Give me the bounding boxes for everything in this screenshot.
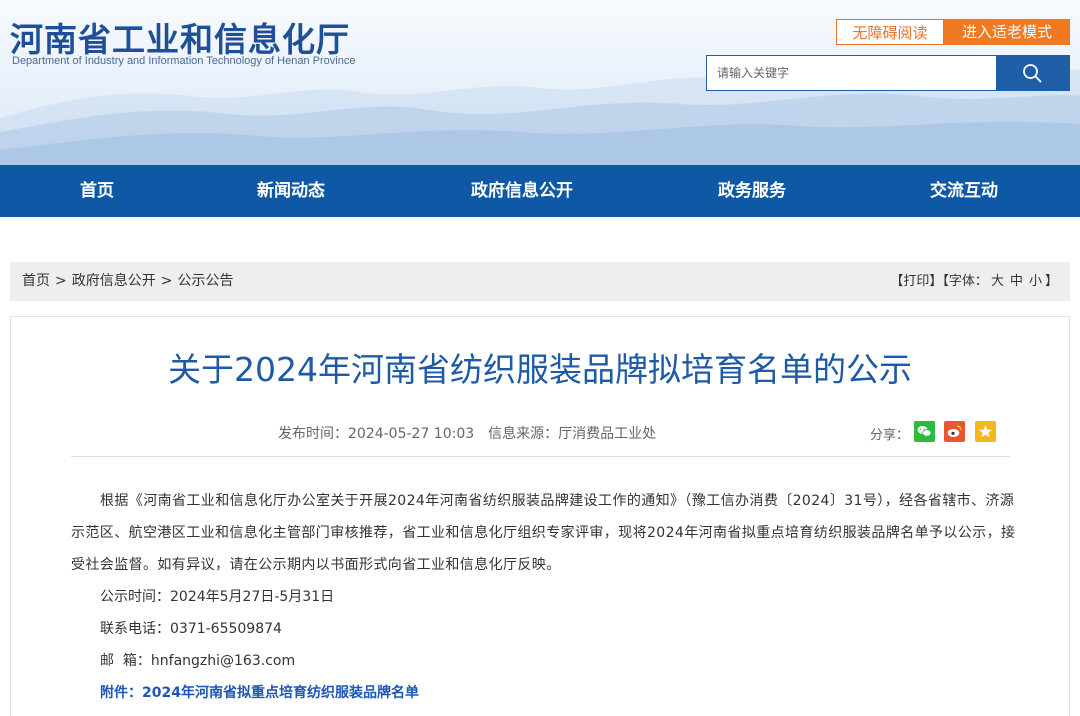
elder-mode-button[interactable]: 进入适老模式: [944, 19, 1070, 45]
nav-item-gov-info[interactable]: 政府信息公开: [471, 165, 573, 217]
site-title: 河南省工业和信息化厅: [10, 20, 350, 59]
attachment-link[interactable]: 附件：2024年河南省拟重点培育纺织服装品牌名单: [71, 677, 1016, 709]
weibo-share-button[interactable]: [944, 421, 965, 442]
article-title: 关于2024年河南省纺织服装品牌拟培育名单的公示: [168, 350, 912, 389]
nav-item-home[interactable]: 首页: [80, 165, 114, 217]
search-button[interactable]: [996, 55, 1070, 91]
info-source: 信息来源：厅消费品工业处: [488, 426, 657, 442]
meta-divider: [71, 456, 1010, 457]
font-large-button[interactable]: 大: [991, 274, 1004, 289]
breadcrumb-notices[interactable]: 公示公告: [177, 273, 233, 289]
breadcrumb-separator: >: [55, 273, 67, 289]
breadcrumb-separator: >: [160, 273, 173, 289]
article-meta: 发布时间：2024-05-27 10:03 信息来源：厅消费品工业处: [278, 423, 656, 443]
site-subtitle: Department of Industry and Information T…: [12, 55, 356, 67]
nav-item-services[interactable]: 政务服务: [718, 165, 786, 217]
breadcrumb: 首页 > 政府信息公开 > 公示公告: [22, 262, 233, 301]
publicity-period: 公示时间：2024年5月27日-5月31日: [100, 589, 335, 605]
main-nav: 首页 新闻动态 政府信息公开 政务服务 交流互动: [0, 165, 1080, 217]
article-tools: 【打印】【字体：大中小】: [890, 262, 1058, 301]
header-banner: 河南省工业和信息化厅 Department of Industry and In…: [0, 0, 1080, 165]
wechat-icon: [917, 426, 932, 437]
weibo-icon: [947, 425, 962, 437]
favorite-share-button[interactable]: [975, 421, 996, 442]
breadcrumb-home[interactable]: 首页: [22, 273, 50, 289]
share-label: 分享：: [870, 428, 910, 443]
nav-item-interaction[interactable]: 交流互动: [930, 165, 998, 217]
print-button[interactable]: 【打印】: [890, 274, 942, 289]
accessible-reading-button[interactable]: 无障碍阅读: [836, 19, 944, 45]
breadcrumb-bar: 首页 > 政府信息公开 > 公示公告 【打印】【字体：大中小】: [10, 262, 1070, 301]
font-size-end: 】: [1044, 274, 1058, 289]
font-small-button[interactable]: 小: [1029, 274, 1042, 289]
favorite-icon: [979, 425, 992, 438]
contact-email: 邮 箱：hnfangzhi@163.com: [100, 653, 296, 669]
nav-item-news[interactable]: 新闻动态: [257, 165, 325, 217]
body-paragraph: 根据《河南省工业和信息化厅办公室关于开展2024年河南省纺织服装品牌建设工作的通…: [71, 493, 1016, 573]
wechat-share-button[interactable]: [914, 421, 935, 442]
font-size-label: 【字体：: [942, 274, 988, 289]
search-input[interactable]: [706, 55, 997, 91]
contact-phone: 联系电话：0371-65509874: [100, 621, 282, 637]
article-body: 根据《河南省工业和信息化厅办公室关于开展2024年河南省纺织服装品牌建设工作的通…: [71, 485, 1016, 709]
search-icon: [1023, 64, 1042, 83]
publish-time: 发布时间：2024-05-27 10:03: [278, 426, 475, 442]
breadcrumb-gov-info[interactable]: 政府信息公开: [72, 273, 156, 289]
font-medium-button[interactable]: 中: [1010, 274, 1023, 289]
